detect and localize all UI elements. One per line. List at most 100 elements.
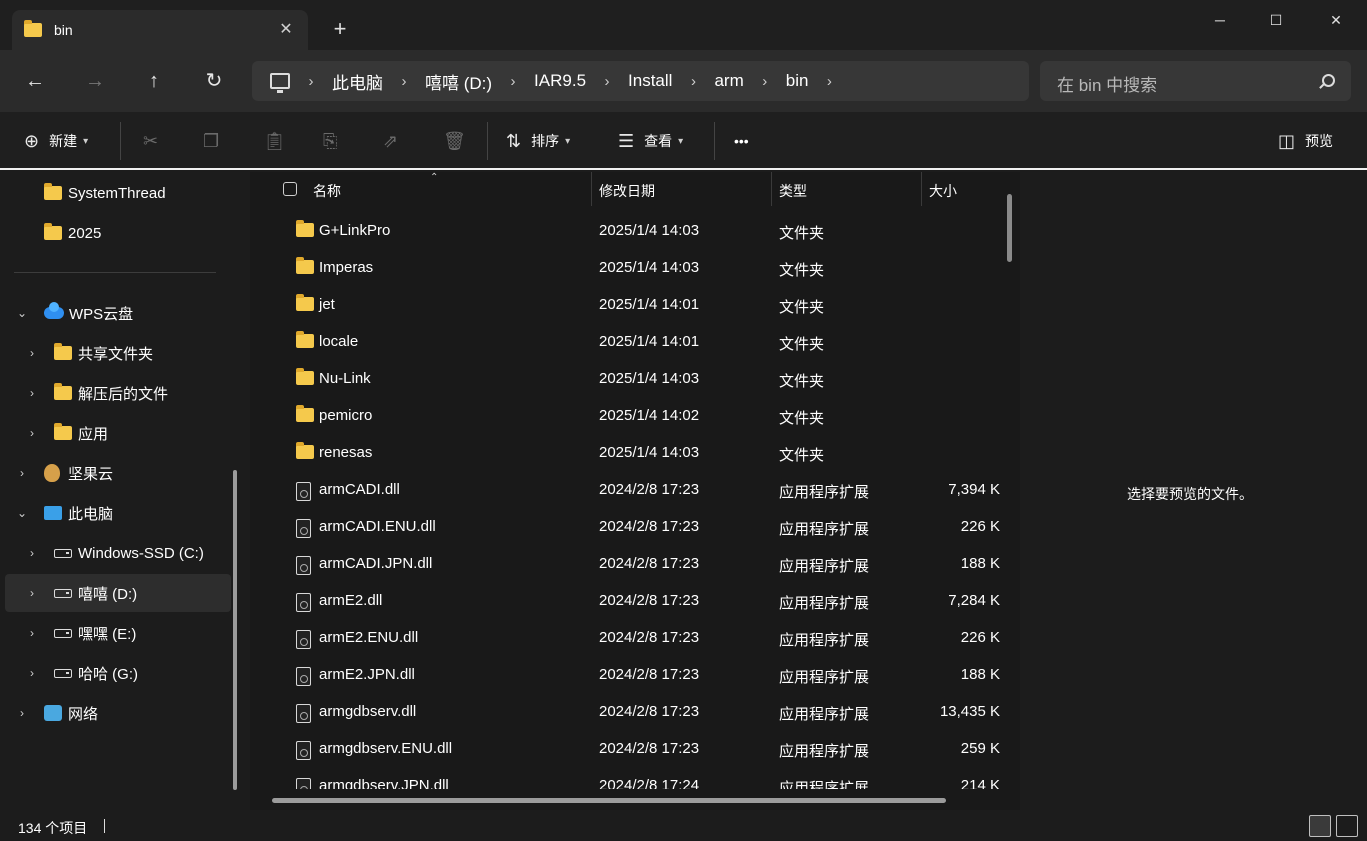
- more-options-button[interactable]: •••: [734, 112, 749, 170]
- back-button[interactable]: ←: [20, 66, 50, 96]
- horizontal-scrollbar[interactable]: [272, 798, 946, 803]
- chevron-right-icon[interactable]: ›: [26, 586, 38, 600]
- vertical-scrollbar[interactable]: [1007, 194, 1012, 262]
- sidebar-item-this-pc[interactable]: ⌄ 此电脑: [0, 494, 226, 532]
- chevron-down-icon[interactable]: ⌄: [16, 506, 28, 520]
- table-row[interactable]: armCADI.dll 2024/2/8 17:23 应用程序扩展 7,394 …: [250, 471, 1000, 508]
- column-header-size[interactable]: 大小: [929, 181, 957, 201]
- breadcrumb-item[interactable]: IAR9.5: [534, 71, 586, 91]
- chevron-right-icon[interactable]: ›: [26, 546, 38, 560]
- minimize-button[interactable]: ─: [1208, 8, 1232, 32]
- sidebar-item-network[interactable]: › 网络: [0, 694, 226, 732]
- search-icon[interactable]: [1322, 74, 1335, 87]
- breadcrumb-item[interactable]: bin: [786, 71, 809, 91]
- table-row[interactable]: armgdbserv.ENU.dll 2024/2/8 17:23 应用程序扩展…: [250, 730, 1000, 767]
- sidebar-item-drive-c[interactable]: › Windows-SSD (C:): [0, 534, 226, 572]
- sidebar-item-drive-d[interactable]: › 嘻嘻 (D:): [5, 574, 231, 612]
- details-view-button[interactable]: [1309, 815, 1331, 837]
- sidebar-item-drive-e[interactable]: › 嘿嘿 (E:): [0, 614, 226, 652]
- refresh-button[interactable]: ↻: [199, 66, 229, 96]
- file-name: armCADI.dll: [319, 481, 400, 498]
- column-resize-handle[interactable]: [771, 172, 772, 206]
- breadcrumb-item[interactable]: arm: [714, 71, 743, 91]
- rename-button[interactable]: ⎘: [323, 112, 337, 170]
- folder-icon: [24, 20, 42, 37]
- sidebar-item-shared-folder[interactable]: › 共享文件夹: [0, 334, 226, 372]
- column-header-date[interactable]: 修改日期: [599, 181, 655, 201]
- breadcrumb-item[interactable]: Install: [628, 71, 672, 91]
- table-row[interactable]: armCADI.ENU.dll 2024/2/8 17:23 应用程序扩展 22…: [250, 508, 1000, 545]
- paste-button[interactable]: 📋︎: [263, 112, 286, 170]
- forward-button[interactable]: →: [80, 66, 110, 96]
- table-row[interactable]: jet 2025/1/4 14:01 文件夹: [250, 286, 1000, 323]
- column-resize-handle[interactable]: [921, 172, 922, 206]
- folder-icon: [296, 220, 314, 237]
- breadcrumb-separator[interactable]: ›: [744, 73, 786, 90]
- column-header-type[interactable]: 类型: [779, 181, 807, 201]
- table-row[interactable]: armE2.JPN.dll 2024/2/8 17:23 应用程序扩展 188 …: [250, 656, 1000, 693]
- table-row[interactable]: armE2.ENU.dll 2024/2/8 17:23 应用程序扩展 226 …: [250, 619, 1000, 656]
- sidebar-item-apps[interactable]: › 应用: [0, 414, 226, 452]
- sidebar-item-drive-g[interactable]: › 哈哈 (G:): [0, 654, 226, 692]
- preview-pane-button[interactable]: ◫ 预览: [1278, 112, 1333, 170]
- sidebar-item-jianguoyun[interactable]: › 坚果云: [0, 454, 226, 492]
- table-row[interactable]: renesas 2025/1/4 14:03 文件夹: [250, 434, 1000, 471]
- address-bar[interactable]: › 此电脑 › 嘻嘻 (D:) › IAR9.5 › Install › arm…: [252, 61, 1029, 101]
- sidebar-item-2025[interactable]: 2025: [0, 214, 226, 252]
- chevron-right-icon[interactable]: ›: [26, 346, 38, 360]
- maximize-button[interactable]: ☐: [1264, 8, 1288, 32]
- breadcrumb-separator[interactable]: ›: [383, 73, 425, 90]
- sort-button[interactable]: ⇅ 排序 ▾: [506, 112, 570, 170]
- chevron-right-icon[interactable]: ›: [26, 386, 38, 400]
- column-header-name[interactable]: 名称: [313, 181, 341, 201]
- breadcrumb-separator[interactable]: ›: [492, 73, 534, 90]
- table-row[interactable]: armgdbserv.dll 2024/2/8 17:23 应用程序扩展 13,…: [250, 693, 1000, 730]
- search-input[interactable]: 在 bin 中搜索: [1040, 61, 1351, 101]
- new-button[interactable]: ⊕ 新建 ▾: [24, 112, 88, 170]
- network-icon: [44, 705, 62, 721]
- cut-button[interactable]: ✂: [143, 112, 158, 170]
- chevron-right-icon[interactable]: ›: [26, 426, 38, 440]
- column-resize-handle[interactable]: [591, 172, 592, 206]
- up-button[interactable]: ↑: [139, 66, 169, 96]
- breadcrumb-separator[interactable]: ›: [672, 73, 714, 90]
- chevron-right-icon[interactable]: ›: [16, 466, 28, 480]
- folder-icon: [296, 442, 314, 459]
- sidebar-item-label: 嘿嘿 (E:): [78, 625, 137, 643]
- select-all-checkbox[interactable]: [283, 182, 297, 196]
- share-button[interactable]: ⇗: [383, 112, 398, 170]
- large-icons-view-button[interactable]: [1336, 815, 1358, 837]
- view-button[interactable]: ☰ 查看 ▾: [618, 112, 683, 170]
- toolbar-divider: [714, 122, 715, 160]
- sidebar-item-extracted-files[interactable]: › 解压后的文件: [0, 374, 226, 412]
- delete-button[interactable]: 🗑︎: [443, 112, 466, 170]
- copy-button[interactable]: ❐: [203, 112, 219, 170]
- table-row[interactable]: armE2.dll 2024/2/8 17:23 应用程序扩展 7,284 K: [250, 582, 1000, 619]
- table-row[interactable]: locale 2025/1/4 14:01 文件夹: [250, 323, 1000, 360]
- breadcrumb-item[interactable]: 嘻嘻 (D:): [425, 69, 492, 94]
- file-type: 应用程序扩展: [779, 632, 870, 649]
- table-row[interactable]: Imperas 2025/1/4 14:03 文件夹: [250, 249, 1000, 286]
- chevron-down-icon[interactable]: ⌄: [16, 306, 28, 320]
- breadcrumb-separator[interactable]: ›: [586, 73, 628, 90]
- file-type: 文件夹: [779, 262, 825, 279]
- file-name: armgdbserv.dll: [319, 703, 417, 720]
- table-row[interactable]: G+LinkPro 2025/1/4 14:03 文件夹: [250, 212, 1000, 249]
- table-row[interactable]: pemicro 2025/1/4 14:02 文件夹: [250, 397, 1000, 434]
- sidebar-item-wps-cloud[interactable]: ⌄ WPS云盘: [0, 294, 226, 332]
- table-row[interactable]: Nu-Link 2025/1/4 14:03 文件夹: [250, 360, 1000, 397]
- breadcrumb-item[interactable]: 此电脑: [332, 69, 383, 94]
- chevron-right-icon[interactable]: ›: [26, 626, 38, 640]
- close-tab-icon[interactable]: ✕: [278, 22, 294, 38]
- new-tab-button[interactable]: +: [328, 18, 352, 42]
- chevron-right-icon[interactable]: ›: [26, 666, 38, 680]
- table-row[interactable]: armgdbserv.JPN.dll 2024/2/8 17:24 应用程序扩展…: [250, 767, 1000, 789]
- window-close-button[interactable]: ✕: [1324, 8, 1348, 32]
- toolbar-divider: [487, 122, 488, 160]
- sidebar-scrollbar[interactable]: [233, 470, 237, 790]
- sidebar-item-systemthread[interactable]: SystemThread: [0, 174, 226, 212]
- tab-bin[interactable]: bin ✕: [12, 10, 308, 50]
- chevron-right-icon[interactable]: ›: [16, 706, 28, 720]
- table-row[interactable]: armCADI.JPN.dll 2024/2/8 17:23 应用程序扩展 18…: [250, 545, 1000, 582]
- breadcrumb-separator[interactable]: ›: [808, 73, 850, 90]
